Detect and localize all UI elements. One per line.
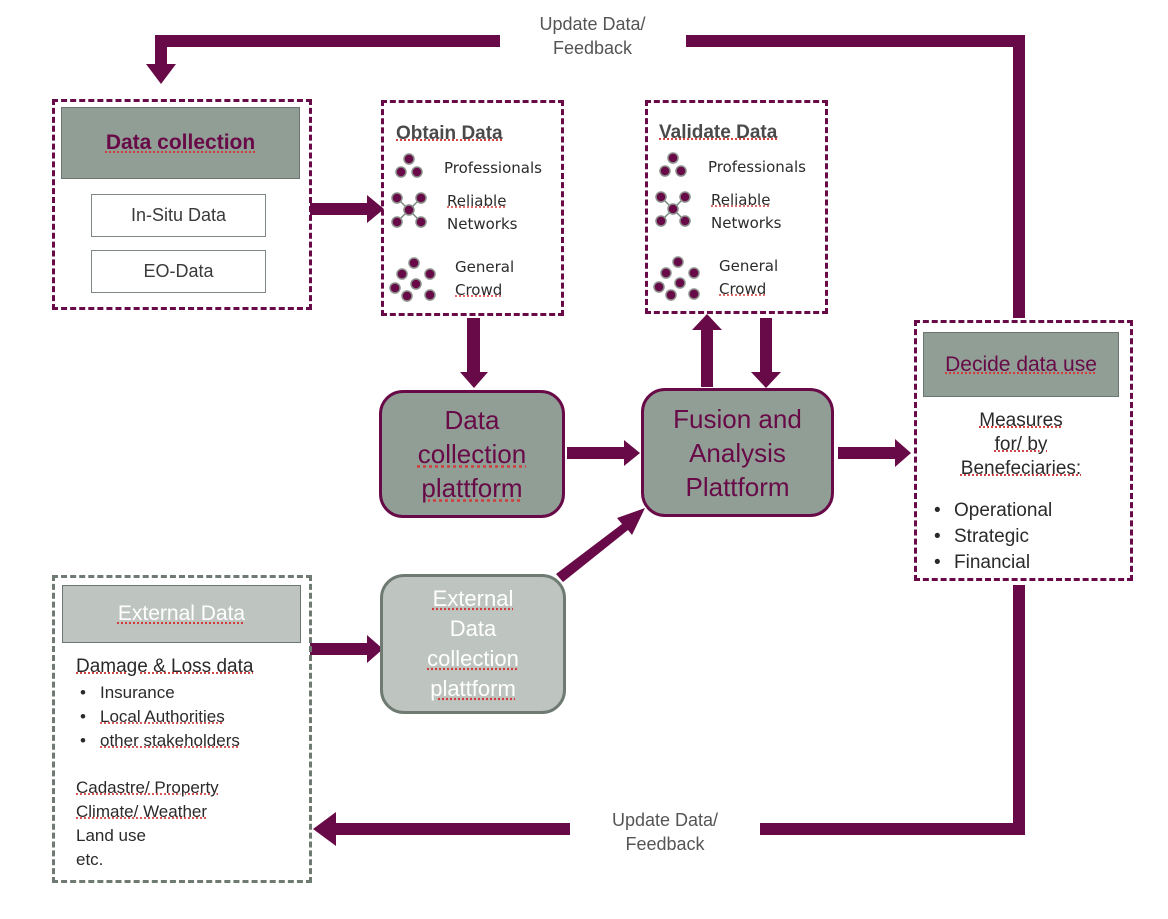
external-other-data: Cadastre/ Property Climate/ Weather Land… bbox=[76, 778, 219, 869]
arrow-external-platform-to-fusion bbox=[556, 508, 645, 582]
network-icon bbox=[389, 190, 429, 230]
arrow-external-to-platform bbox=[310, 635, 383, 663]
decide-bullet-strategic: Strategic bbox=[930, 524, 1120, 550]
feedback-top-label: Update Data/ Feedback bbox=[505, 12, 680, 60]
feedback-bottom-label: Update Data/ Feedback bbox=[575, 808, 755, 856]
validate-data-title: Validate Data bbox=[659, 122, 778, 143]
obtain-data-title: Obtain Data bbox=[396, 123, 503, 144]
feedback-bottom-line-left bbox=[335, 823, 570, 835]
damage-loss-heading: Damage & Loss data bbox=[76, 656, 254, 677]
decide-measures: Measures for/ by Benefeciaries: bbox=[960, 410, 1082, 479]
obtain-networks-label: Reliable Networks bbox=[447, 192, 518, 233]
external-data-collection-platform: External Data collection plattform bbox=[380, 574, 566, 714]
obtain-professionals-label: Professionals bbox=[444, 159, 542, 177]
data-collection-header: Data collection bbox=[61, 107, 300, 179]
decide-data-use-title: Decide data use bbox=[945, 352, 1097, 376]
feedback-top-line2: Feedback bbox=[552, 38, 633, 58]
arrow-fusion-to-decide bbox=[838, 439, 911, 467]
feedback-bottom-line1: Update Data/ bbox=[611, 810, 719, 830]
arrow-fusion-to-validate bbox=[692, 314, 722, 387]
fusion-analysis-platform: Fusion and Analysis Plattform bbox=[641, 388, 834, 517]
in-situ-data-label: In-Situ Data bbox=[130, 205, 227, 225]
validate-professionals-label: Professionals bbox=[708, 158, 806, 176]
data-collection-platform: Data collection plattform bbox=[379, 390, 565, 518]
external-data-header: External Data bbox=[62, 585, 301, 643]
feedback-bottom-line-right bbox=[760, 585, 1025, 835]
in-situ-data-box: In-Situ Data bbox=[91, 194, 266, 237]
external-data-title: External Data bbox=[117, 602, 246, 625]
professionals-icon bbox=[656, 150, 690, 180]
crowd-icon bbox=[387, 256, 439, 306]
arrow-obtain-to-platform bbox=[460, 318, 488, 388]
feedback-top-line1: Update Data/ bbox=[539, 14, 646, 34]
arrow-collection-to-obtain bbox=[310, 195, 384, 223]
data-collection-title: Data collection bbox=[105, 131, 256, 154]
decide-bullet-operational: Operational bbox=[930, 498, 1120, 524]
crowd-icon bbox=[651, 255, 703, 305]
damage-bullet-other-stakeholders: other stakeholders bbox=[76, 729, 306, 753]
decide-data-use-header: Decide data use bbox=[923, 332, 1119, 397]
eo-data-label: EO-Data bbox=[143, 261, 214, 281]
eo-data-box: EO-Data bbox=[91, 250, 266, 293]
arrow-validate-to-fusion bbox=[751, 318, 781, 388]
validate-networks-label: Reliable Networks bbox=[711, 191, 782, 232]
feedback-top-arrowhead bbox=[146, 64, 176, 84]
feedback-bottom-line2: Feedback bbox=[625, 834, 705, 854]
decide-bullet-financial: Financial bbox=[930, 550, 1120, 576]
feedback-bottom-arrowhead bbox=[313, 812, 336, 846]
network-icon bbox=[653, 189, 693, 229]
damage-bullet-insurance: Insurance bbox=[76, 681, 306, 705]
validate-crowd-label: General Crowd bbox=[719, 257, 779, 298]
obtain-crowd-label: General Crowd bbox=[455, 258, 515, 299]
professionals-icon bbox=[392, 151, 426, 181]
feedback-top-line-left bbox=[155, 35, 500, 65]
arrow-platform-to-fusion bbox=[567, 440, 640, 466]
decide-bullets: Operational Strategic Financial bbox=[930, 498, 1120, 576]
damage-loss-bullets: Insurance Local Authorities other stakeh… bbox=[76, 681, 306, 753]
damage-bullet-local-authorities: Local Authorities bbox=[76, 705, 306, 729]
